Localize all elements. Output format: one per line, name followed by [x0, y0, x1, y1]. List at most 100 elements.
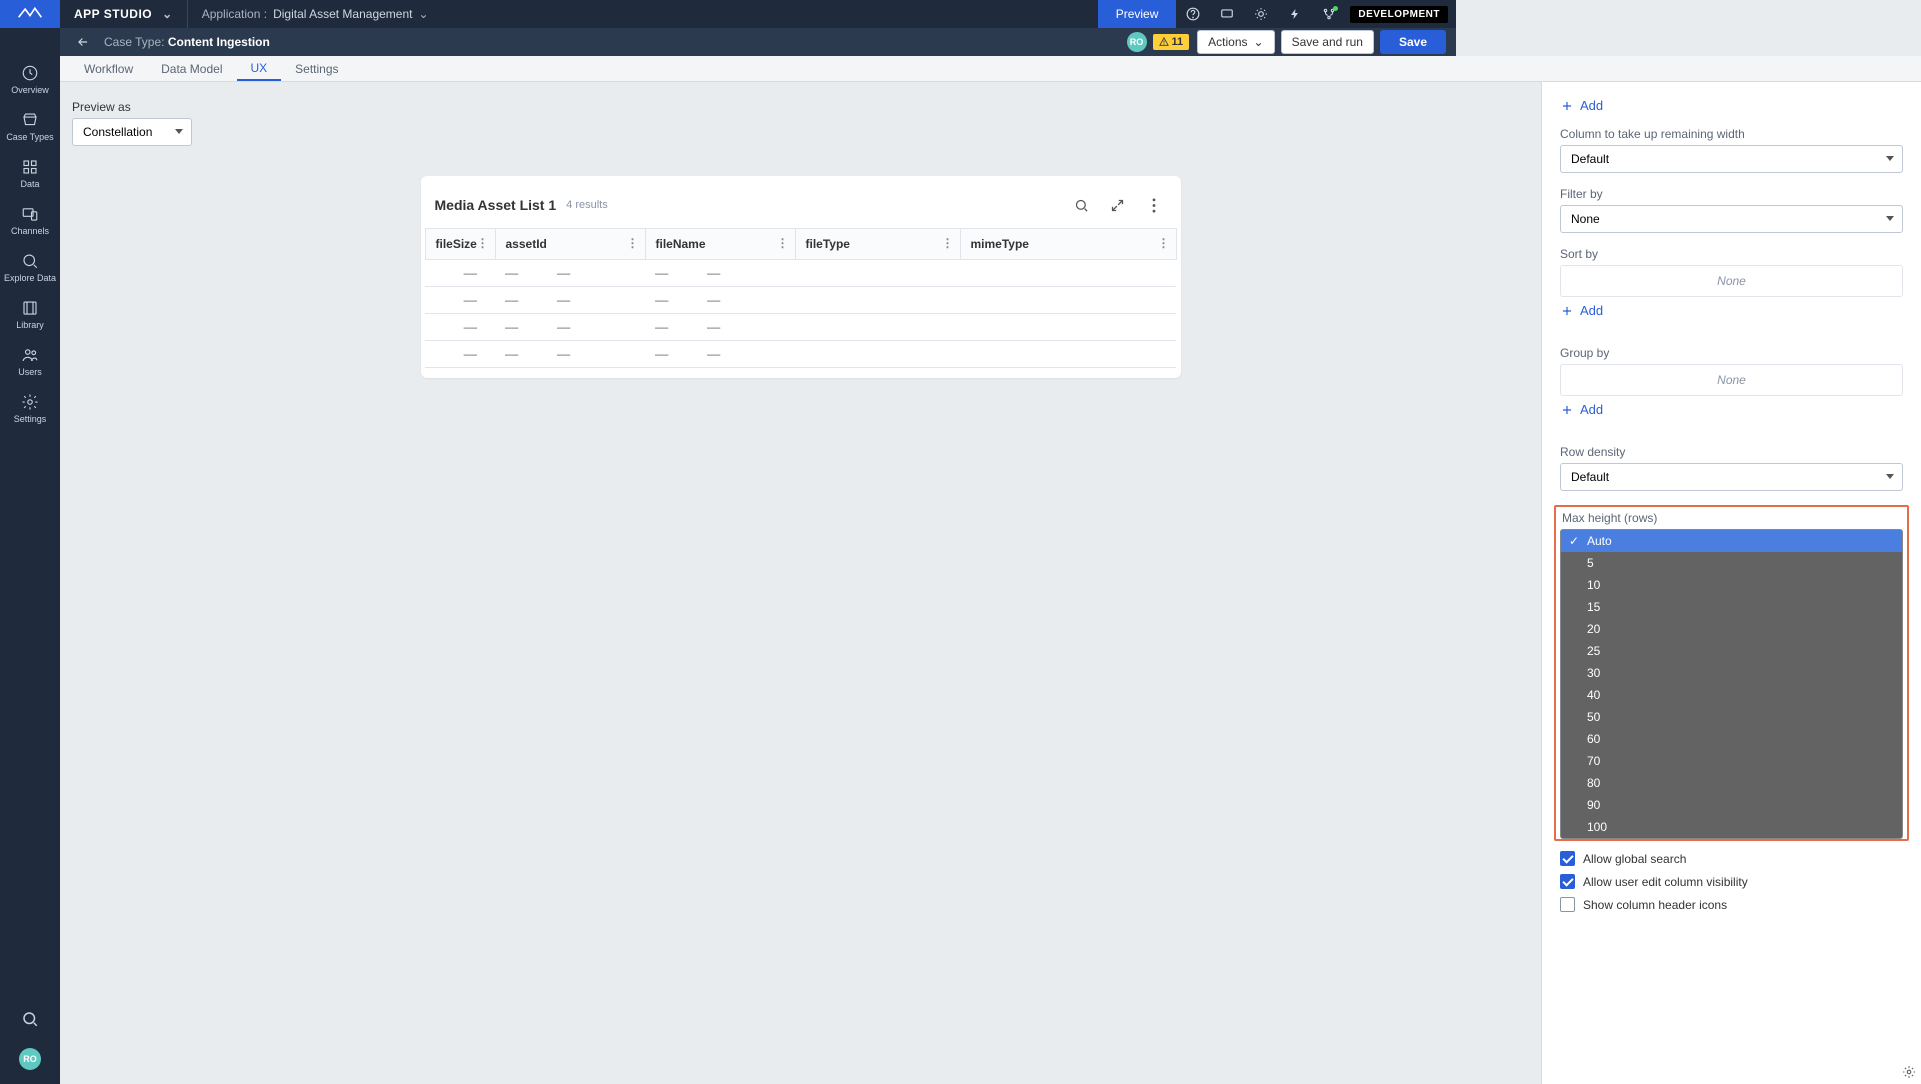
sidebar-item-users[interactable]: Users — [0, 338, 60, 385]
cell — [960, 287, 1176, 314]
sort-by-none: None — [1560, 265, 1903, 297]
max-height-option[interactable]: 80 — [1561, 772, 1902, 794]
add-button-top[interactable]: Add — [1560, 98, 1603, 113]
max-height-option[interactable]: 30 — [1561, 662, 1902, 684]
card-search-button[interactable] — [1069, 192, 1095, 218]
search-icon — [1074, 198, 1089, 213]
bolt-icon[interactable] — [1278, 0, 1312, 28]
branches-icon[interactable] — [1312, 0, 1346, 28]
max-height-label: Max height (rows) — [1562, 511, 1903, 525]
col-menu[interactable]: ⋮ — [627, 236, 639, 250]
col-menu[interactable]: ⋮ — [477, 236, 489, 250]
col-filetype[interactable]: fileType⋮ — [795, 229, 960, 260]
max-height-option[interactable]: 5 — [1561, 552, 1902, 574]
card-more-button[interactable] — [1141, 192, 1167, 218]
table-row[interactable]: –––––––––– — [425, 341, 1176, 368]
col-label: fileName — [656, 237, 706, 251]
sidebar-label: Data — [20, 179, 39, 189]
sidebar-search[interactable] — [15, 1004, 45, 1034]
cell: –––– — [645, 287, 795, 314]
cell: –– — [425, 287, 495, 314]
col-width-select[interactable]: Default — [1560, 145, 1903, 173]
show-header-icons-checkbox[interactable]: Show column header icons — [1560, 897, 1903, 912]
user-avatar[interactable]: RO — [1127, 32, 1147, 52]
application-label: Application : — [202, 7, 267, 21]
preview-as-select-input[interactable]: Constellation — [72, 118, 192, 146]
col-mimetype[interactable]: mimeType⋮ — [960, 229, 1176, 260]
max-height-option[interactable]: 70 — [1561, 750, 1902, 772]
actions-button[interactable]: Actions⌄ — [1197, 30, 1274, 54]
cell: –––– — [495, 260, 645, 287]
max-height-option[interactable]: 20 — [1561, 618, 1902, 640]
max-height-option[interactable]: 25 — [1561, 640, 1902, 662]
max-height-option[interactable]: 40 — [1561, 684, 1902, 706]
gear-icon — [1902, 1065, 1916, 1079]
allow-global-search-checkbox[interactable]: Allow global search — [1560, 851, 1903, 866]
sidebar-item-settings[interactable]: Settings — [0, 385, 60, 432]
row-density-select[interactable]: Default — [1560, 463, 1903, 491]
help-icon[interactable] — [1176, 0, 1210, 28]
filter-by-select[interactable]: None — [1560, 205, 1903, 233]
max-height-option[interactable]: 90 — [1561, 794, 1902, 816]
application-switcher[interactable]: Application : Digital Asset Management ⌄ — [188, 7, 443, 21]
sidebar-item-explore-data[interactable]: Explore Data — [0, 244, 60, 291]
tab-data-model[interactable]: Data Model — [147, 56, 236, 81]
cell: –––– — [645, 341, 795, 368]
col-filename[interactable]: fileName ⋮ — [645, 229, 795, 260]
tab-ux[interactable]: UX — [237, 56, 282, 81]
card-expand-button[interactable] — [1105, 192, 1131, 218]
back-button[interactable] — [70, 29, 96, 55]
preview-button[interactable]: Preview — [1098, 0, 1177, 28]
cell: –––– — [495, 314, 645, 341]
add-group-button[interactable]: Add — [1560, 402, 1603, 417]
max-height-dropdown[interactable]: Auto51015202530405060708090100 — [1560, 529, 1903, 839]
cell: –– — [425, 341, 495, 368]
topbar: APP STUDIO ⌄ Application : Digital Asset… — [0, 0, 1456, 28]
sidebar-item-overview[interactable]: Overview — [0, 56, 60, 103]
max-height-option[interactable]: 60 — [1561, 728, 1902, 750]
max-height-option[interactable]: 50 — [1561, 706, 1902, 728]
sidebar-item-data[interactable]: Data — [0, 150, 60, 197]
save-and-run-button[interactable]: Save and run — [1281, 30, 1374, 54]
cell — [795, 260, 960, 287]
table-row[interactable]: –––––––––– — [425, 287, 1176, 314]
library-icon — [21, 299, 39, 317]
max-height-option[interactable]: 15 — [1561, 596, 1902, 618]
table-row[interactable]: –––––––––– — [425, 260, 1176, 287]
application-name: Digital Asset Management — [273, 7, 412, 21]
sidebar-item-case-types[interactable]: Case Types — [0, 103, 60, 150]
max-height-option[interactable]: 100 — [1561, 816, 1902, 838]
tab-workflow[interactable]: Workflow — [70, 56, 147, 81]
theme-icon[interactable] — [1244, 0, 1278, 28]
tab-settings[interactable]: Settings — [281, 56, 352, 81]
filter-by-select-input[interactable]: None — [1560, 205, 1903, 233]
col-width-select-input[interactable]: Default — [1560, 145, 1903, 173]
corner-gear-button[interactable] — [1899, 1062, 1919, 1082]
max-height-option[interactable]: 10 — [1561, 574, 1902, 596]
sidebar-item-channels[interactable]: Channels — [0, 197, 60, 244]
col-assetid[interactable]: assetId⋮ — [495, 229, 645, 260]
app-logo[interactable] — [0, 0, 60, 28]
sidebar-user-avatar[interactable]: RO — [19, 1048, 41, 1070]
max-height-option[interactable]: Auto — [1561, 530, 1902, 552]
allow-col-visibility-checkbox[interactable]: Allow user edit column visibility — [1560, 874, 1903, 889]
sidebar-item-library[interactable]: Library — [0, 291, 60, 338]
preview-as-select[interactable]: Constellation — [72, 118, 192, 146]
studio-switcher[interactable]: APP STUDIO ⌄ — [60, 7, 187, 21]
sidebar-label: Settings — [14, 414, 47, 424]
table-row[interactable]: –––––––––– — [425, 314, 1176, 341]
col-menu[interactable]: ⋮ — [1158, 236, 1170, 250]
warning-badge[interactable]: 11 — [1153, 34, 1190, 50]
save-button[interactable]: Save — [1380, 30, 1446, 54]
col-filesize[interactable]: fileSize⋮ — [425, 229, 495, 260]
checkbox-label: Show column header icons — [1583, 898, 1727, 912]
col-menu[interactable]: ⋮ — [777, 236, 789, 250]
add-sort-button[interactable]: Add — [1560, 303, 1603, 318]
media-asset-card: Media Asset List 1 4 results fileSize⋮ a… — [421, 176, 1181, 378]
row-density-select-input[interactable]: Default — [1560, 463, 1903, 491]
col-menu[interactable]: ⋮ — [942, 236, 954, 250]
case-icon — [21, 111, 39, 129]
card-result-count: 4 results — [566, 199, 608, 211]
cell — [795, 287, 960, 314]
feedback-icon[interactable] — [1210, 0, 1244, 28]
